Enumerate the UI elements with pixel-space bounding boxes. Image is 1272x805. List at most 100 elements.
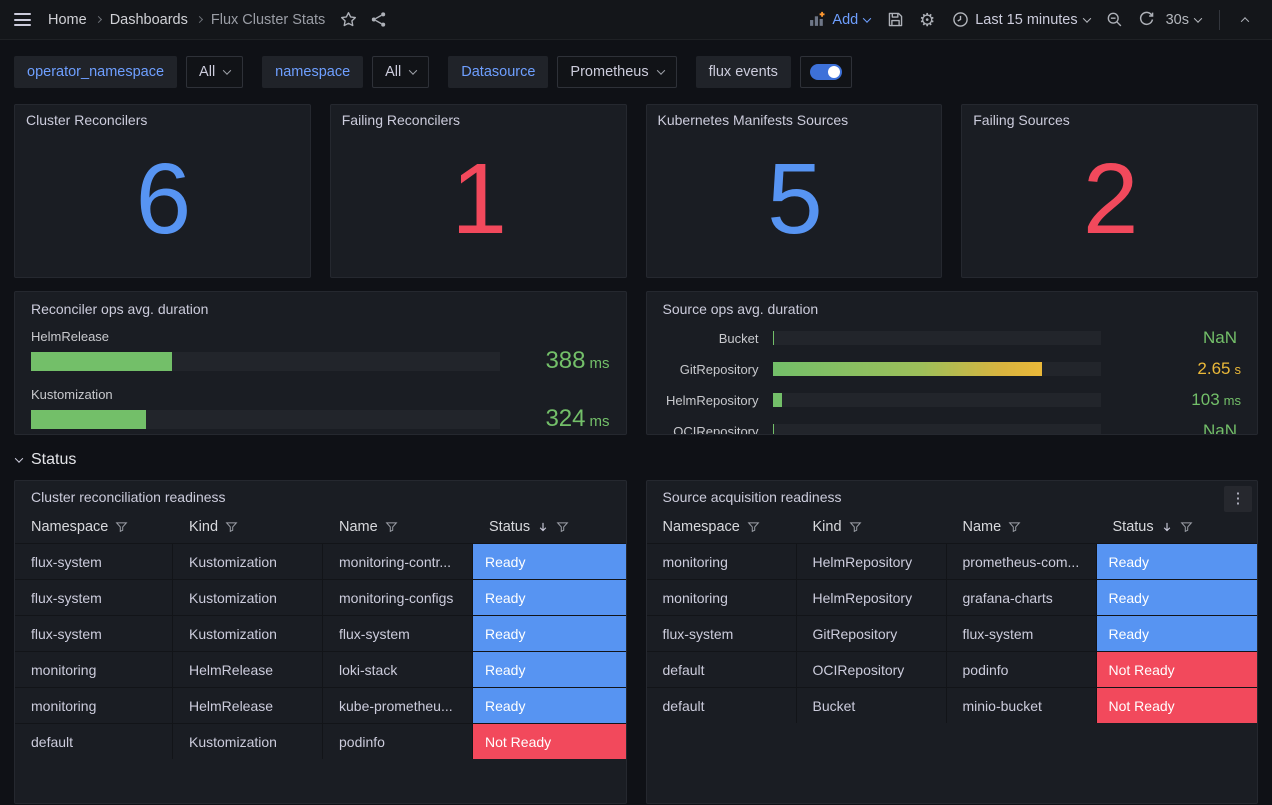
time-range-label: Last 15 minutes [975, 12, 1077, 28]
stat-panels-row: Cluster Reconcilers 6 Failing Reconciler… [14, 104, 1258, 278]
variable-value-dropdown[interactable]: All [186, 56, 243, 88]
menu-icon[interactable] [0, 0, 44, 40]
column-header-status[interactable]: Status [473, 519, 626, 535]
gauge-track [773, 393, 1102, 407]
panel-title[interactable]: Kubernetes Manifests Sources [658, 112, 931, 128]
chevron-down-icon [1082, 14, 1090, 22]
variable-selected-value: All [385, 64, 401, 80]
cell-name: flux-system [947, 616, 1097, 651]
status-badge: Ready [1097, 616, 1258, 651]
zoom-out-icon[interactable] [1102, 7, 1128, 33]
column-header-namespace[interactable]: Namespace [15, 519, 173, 535]
gauge-value: 324ms [514, 405, 610, 433]
status-badge: Ready [1097, 544, 1258, 579]
status-section-toggle[interactable]: Status [16, 448, 1258, 472]
cell-kind: HelmRepository [797, 544, 947, 579]
breadcrumb-dashboards[interactable]: Dashboards [110, 12, 188, 28]
filter-icon[interactable] [849, 520, 862, 533]
filter-icon[interactable] [225, 520, 238, 533]
variable-value-dropdown[interactable]: All [372, 56, 429, 88]
add-button[interactable]: Add [803, 11, 876, 28]
cell-kind: Kustomization [173, 580, 323, 615]
panel-title[interactable]: Failing Reconcilers [342, 112, 615, 128]
stat-value: 6 [26, 128, 299, 270]
gauge-track [773, 362, 1102, 376]
cell-name: monitoring-configs [323, 580, 473, 615]
flux-events-toggle[interactable] [800, 56, 852, 88]
column-header-name[interactable]: Name [323, 519, 473, 535]
add-label: Add [832, 12, 858, 28]
gauge-bar [31, 352, 172, 371]
chevron-down-icon [1194, 14, 1202, 22]
chevron-down-icon [656, 66, 664, 74]
filter-icon[interactable] [115, 520, 128, 533]
panel-title[interactable]: Reconciler ops avg. duration [31, 301, 610, 317]
gauge-value: NaN [1115, 421, 1241, 435]
refresh-icon[interactable] [1134, 7, 1160, 33]
cell-name: kube-prometheu... [323, 688, 473, 723]
cell-name: podinfo [947, 652, 1097, 687]
variable-label: flux events [696, 56, 791, 88]
share-icon[interactable] [365, 7, 391, 33]
panel-kubernetes-manifests-sources: Kubernetes Manifests Sources 5 [646, 104, 943, 278]
status-badge: Ready [473, 652, 626, 687]
cell-namespace: flux-system [15, 616, 173, 651]
panel-failing-sources: Failing Sources 2 [961, 104, 1258, 278]
chevron-right-icon [95, 16, 102, 23]
star-icon[interactable] [335, 7, 361, 33]
cell-namespace: default [647, 688, 797, 723]
collapse-navbar-icon[interactable] [1232, 7, 1258, 33]
panel-title[interactable]: Source acquisition readiness [647, 481, 1258, 510]
breadcrumb-home[interactable]: Home [48, 12, 87, 28]
panel-title[interactable]: Failing Sources [973, 112, 1246, 128]
gauge-row: Bucket NaN [663, 328, 1242, 348]
refresh-interval-picker[interactable]: 30s [1166, 12, 1207, 28]
sort-desc-icon[interactable] [1161, 521, 1173, 533]
tables-row: Cluster reconciliation readiness Namespa… [14, 480, 1258, 804]
column-header-status[interactable]: Status [1097, 519, 1258, 535]
cell-namespace: monitoring [647, 544, 797, 579]
gauge-row: GitRepository 2.65s [663, 359, 1242, 379]
filter-icon[interactable] [1008, 520, 1021, 533]
table-row: flux-system Kustomization monitoring-con… [15, 543, 626, 579]
stat-value: 5 [658, 128, 931, 270]
panel-failing-reconcilers: Failing Reconcilers 1 [330, 104, 627, 278]
time-range-picker[interactable]: Last 15 minutes [946, 11, 1095, 28]
settings-gear-icon[interactable]: ⚙ [914, 7, 940, 33]
gauge-bar [773, 331, 775, 345]
status-badge: Not Ready [1097, 652, 1258, 687]
panel-title[interactable]: Cluster Reconcilers [26, 112, 299, 128]
gauge-label: GitRepository [663, 362, 759, 377]
cell-kind: HelmRelease [173, 652, 323, 687]
gauge-row: HelmRepository 103ms [663, 390, 1242, 410]
sort-desc-icon[interactable] [537, 521, 549, 533]
table-row: flux-system Kustomization flux-system Re… [15, 615, 626, 651]
filter-icon[interactable] [385, 520, 398, 533]
panel-title[interactable]: Cluster reconciliation readiness [15, 481, 626, 510]
cell-namespace: monitoring [647, 580, 797, 615]
variable-value-dropdown[interactable]: Prometheus [557, 56, 676, 88]
gauge-bar [773, 393, 783, 407]
chevron-down-icon [15, 454, 23, 462]
cell-namespace: flux-system [647, 616, 797, 651]
top-nav: Home Dashboards Flux Cluster Stats Add ⚙ [0, 0, 1272, 40]
panel-menu-kebab-icon[interactable]: ⋮ [1224, 486, 1252, 512]
column-header-name[interactable]: Name [947, 519, 1097, 535]
table-row: default OCIRepository podinfo Not Ready [647, 651, 1258, 687]
column-header-namespace[interactable]: Namespace [647, 519, 797, 535]
status-badge: Not Ready [1097, 688, 1258, 723]
panel-reconciler-ops-duration: Reconciler ops avg. duration HelmRelease… [14, 291, 627, 435]
column-header-kind[interactable]: Kind [797, 519, 947, 535]
column-header-kind[interactable]: Kind [173, 519, 323, 535]
filter-icon[interactable] [747, 520, 760, 533]
gauge-label: Bucket [663, 331, 759, 346]
filter-icon[interactable] [556, 520, 569, 533]
divider [1219, 10, 1220, 30]
filter-icon[interactable] [1180, 520, 1193, 533]
cell-name: flux-system [323, 616, 473, 651]
cell-kind: Kustomization [173, 616, 323, 651]
chevron-down-icon [223, 66, 231, 74]
save-icon[interactable] [882, 7, 908, 33]
table-row: default Bucket minio-bucket Not Ready [647, 687, 1258, 723]
panel-title[interactable]: Source ops avg. duration [663, 301, 1242, 317]
